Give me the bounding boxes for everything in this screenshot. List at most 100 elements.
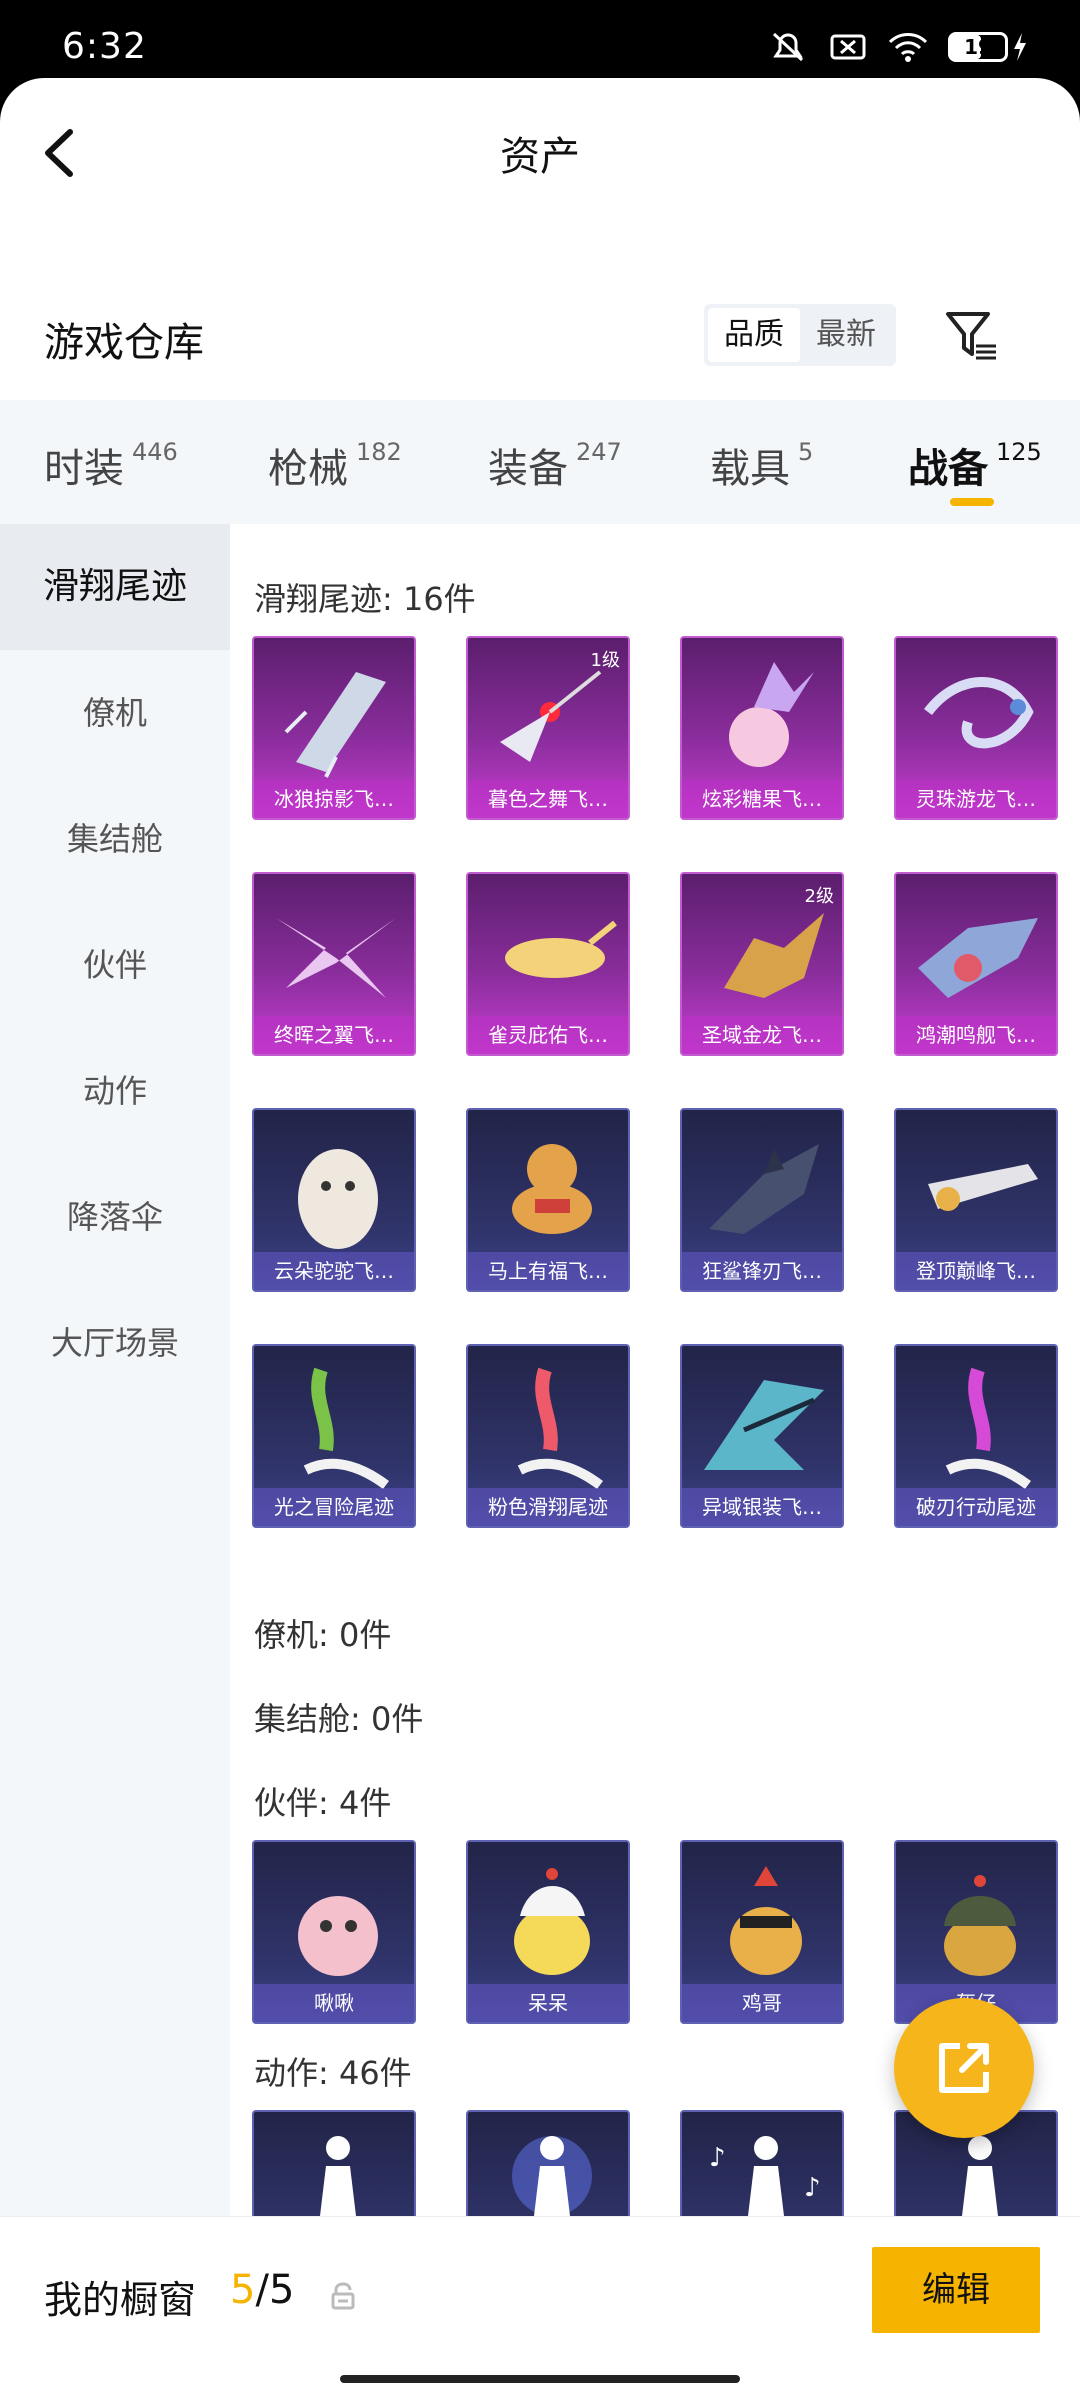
warehouse-title: 游戏仓库 [44, 320, 204, 366]
item-name: 圣域金龙飞… [682, 1016, 842, 1054]
item-name: 登顶巅峰飞… [896, 1252, 1056, 1290]
showcase-count: 5/5 [230, 2267, 295, 2313]
item-card[interactable]: 啾啾 [252, 1840, 416, 2024]
item-card[interactable]: 雀灵庇佑飞… [466, 872, 630, 1056]
item-name: 异域银装飞… [682, 1488, 842, 1526]
item-name: 呆呆 [468, 1984, 628, 2022]
wifi-icon [888, 33, 928, 62]
item-card[interactable]: 狂鲨锋刃飞… [680, 1108, 844, 1292]
item-name: 炫彩糖果飞… [682, 780, 842, 818]
filter-icon[interactable] [944, 308, 1000, 364]
item-card[interactable]: 粉色滑翔尾迹 [466, 1344, 630, 1528]
active-tab-indicator [950, 498, 994, 506]
item-name: 破刃行动尾迹 [896, 1488, 1056, 1526]
item-name: 暮色之舞飞… [468, 780, 628, 818]
item-card[interactable]: 呆呆 [466, 1840, 630, 2024]
horse-icon [512, 1144, 592, 1234]
item-name: 终晖之翼飞… [254, 1016, 414, 1054]
sidebar-item-emote[interactable]: 动作 [0, 1028, 230, 1154]
item-name: 粉色滑翔尾迹 [468, 1488, 628, 1526]
lock-icon [331, 2282, 355, 2310]
rooster-icon [730, 1866, 802, 1975]
status-time: 6:32 [62, 26, 147, 67]
item-name: 鸿潮鸣舰飞… [896, 1016, 1056, 1054]
item-name: 啾啾 [254, 1984, 414, 2022]
item-card[interactable]: 冰狼掠影飞… [252, 636, 416, 820]
trail-pink-icon [517, 1367, 603, 1490]
alpaca-icon [298, 1149, 378, 1249]
item-card[interactable]: 鸿潮鸣舰飞… [894, 872, 1058, 1056]
sidebar-item-lobby[interactable]: 大厅场景 [0, 1280, 230, 1406]
share-button[interactable] [894, 1998, 1034, 2138]
section-title-partner: 伙伴: 4件 [254, 1784, 392, 1822]
showcase-bar: 我的橱窗 5/5 编辑 [0, 2216, 1080, 2400]
wing-icon [276, 918, 396, 998]
sidebar-item-capsule[interactable]: 集结舱 [0, 776, 230, 902]
section-title-capsule: 集结舱: 0件 [254, 1700, 424, 1738]
tab-fashion[interactable]: 时装 446 [44, 436, 178, 494]
sidebar-item-wingman[interactable]: 僚机 [0, 650, 230, 776]
item-card[interactable]: 炫彩糖果飞… [680, 636, 844, 820]
item-card[interactable]: 云朵驼驼飞… [252, 1108, 416, 1292]
item-card[interactable]: 2级圣域金龙飞… [680, 872, 844, 1056]
silver-wing-icon [704, 1380, 824, 1470]
item-card[interactable]: 灵珠游龙飞… [894, 636, 1058, 820]
sort-toggle: 品质 最新 [704, 304, 896, 366]
battery-icon: 19 [948, 32, 1028, 62]
status-bar: 6:32 19 [0, 0, 1080, 78]
dragon-icon [924, 677, 1034, 749]
item-card[interactable]: 光之冒险尾迹 [252, 1344, 416, 1528]
item-name: 雀灵庇佑飞… [468, 1016, 628, 1054]
sort-quality-button[interactable]: 品质 [708, 308, 800, 362]
sidebar: 滑翔尾迹 僚机 集结舱 伙伴 动作 降落伞 大厅场景 [0, 524, 230, 2294]
trail-rainbow-icon [945, 1367, 1031, 1490]
assets-page: 资产 游戏仓库 品质 最新 时装 446 枪械 182 装备 247 载具 5 战备 12… [0, 78, 1080, 2400]
candy-icon [729, 662, 814, 767]
jet-icon [928, 1164, 1038, 1211]
item-card[interactable]: 破刃行动尾迹 [894, 1344, 1058, 1528]
item-name: 马上有福飞… [468, 1252, 628, 1290]
share-icon [939, 2043, 989, 2093]
home-indicator [340, 2375, 740, 2383]
status-icons: 19 [768, 30, 1028, 64]
item-card[interactable]: 异域银装飞… [680, 1344, 844, 1528]
showcase-label: 我的橱窗 [44, 2278, 197, 2322]
item-level-badge: 2级 [804, 886, 834, 907]
item-card[interactable]: 终晖之翼飞… [252, 872, 416, 1056]
category-tabs: 时装 446 枪械 182 装备 247 载具 5 战备 125 [0, 400, 1080, 524]
page-title: 资产 [500, 134, 580, 180]
mute-icon [772, 32, 804, 62]
item-name: 冰狼掠影飞… [254, 780, 414, 818]
ship-icon [918, 918, 1038, 998]
no-data-icon [830, 34, 866, 60]
item-name: 光之冒险尾迹 [254, 1488, 414, 1526]
svg-text:♪: ♪ [709, 2143, 726, 2173]
trail-green-icon [303, 1367, 389, 1490]
sidebar-item-partner[interactable]: 伙伴 [0, 902, 230, 1028]
item-card[interactable]: 1级暮色之舞飞… [466, 636, 630, 820]
item-card[interactable]: 盔仔 [894, 1840, 1058, 2024]
tab-equipment[interactable]: 装备 247 [488, 436, 622, 494]
yellow-chick-icon [514, 1868, 590, 1975]
tab-guns[interactable]: 枪械 182 [268, 436, 402, 494]
item-level-badge: 1级 [590, 650, 620, 671]
item-name: 鸡哥 [682, 1984, 842, 2022]
section-title-wingman: 僚机: 0件 [254, 1616, 392, 1654]
tab-vehicles[interactable]: 载具 5 [710, 436, 813, 494]
item-name: 云朵驼驼飞… [254, 1252, 414, 1290]
item-name: 灵珠游龙飞… [896, 780, 1056, 818]
ice-wolf-icon [284, 672, 386, 778]
item-card[interactable]: 鸡哥 [680, 1840, 844, 2024]
item-card[interactable]: 马上有福飞… [466, 1108, 630, 1292]
shark-icon [709, 1144, 819, 1234]
nav-bar: 资产 [0, 78, 1080, 228]
svg-text:♪: ♪ [804, 2173, 821, 2203]
edit-button[interactable]: 编辑 [872, 2247, 1040, 2333]
helmet-chick-icon [944, 1875, 1016, 1976]
sidebar-item-parachute[interactable]: 降落伞 [0, 1154, 230, 1280]
section-title-emote: 动作: 46件 [254, 2054, 412, 2092]
sidebar-item-glide-trail[interactable]: 滑翔尾迹 [0, 524, 230, 650]
tab-gear[interactable]: 战备 125 [908, 436, 1042, 494]
sort-newest-button[interactable]: 最新 [800, 308, 892, 362]
item-card[interactable]: 登顶巅峰飞… [894, 1108, 1058, 1292]
